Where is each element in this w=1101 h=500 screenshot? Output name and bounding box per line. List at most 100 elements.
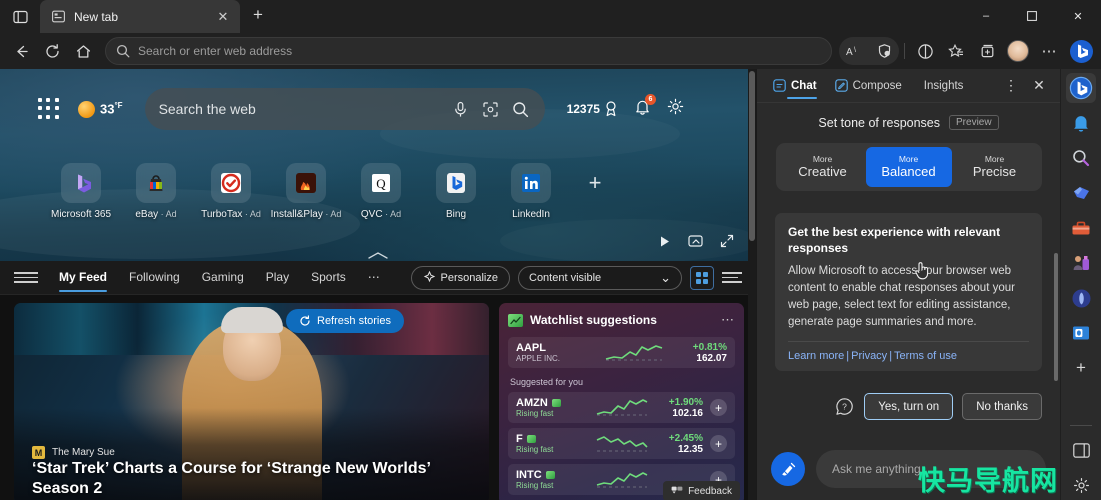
help-icon[interactable]: ? bbox=[835, 397, 855, 417]
trending-tag-icon bbox=[545, 471, 555, 479]
split-screen-button[interactable] bbox=[910, 37, 940, 65]
feed-tab-play[interactable]: Play bbox=[255, 261, 300, 295]
bing-search-box[interactable]: Search the web bbox=[144, 88, 545, 130]
quick-link-turbotax[interactable]: TurboTax · Ad bbox=[200, 163, 262, 220]
watchlist-row-f[interactable]: F Rising fast +2.45% 12.35 + bbox=[508, 428, 735, 459]
tab-insights[interactable]: Insights bbox=[912, 71, 972, 101]
collections-button[interactable] bbox=[972, 37, 1002, 65]
feed-menu-button[interactable] bbox=[14, 272, 38, 283]
chat-scrollbar-thumb[interactable] bbox=[1054, 253, 1058, 381]
feedback-button[interactable]: Feedback bbox=[663, 481, 740, 500]
tab-actions-button[interactable] bbox=[6, 4, 34, 30]
personalize-button[interactable]: Personalize bbox=[410, 265, 510, 290]
quick-link-linkedin[interactable]: LinkedIn bbox=[500, 163, 562, 220]
tab-actions-icon bbox=[12, 10, 28, 23]
quick-link-installplay[interactable]: Install&Play · Ad bbox=[271, 163, 341, 220]
sidebar-item-tools[interactable] bbox=[1066, 213, 1096, 243]
tab-close-button[interactable]: ✕ bbox=[214, 8, 232, 26]
feed-tab-my-feed[interactable]: My Feed bbox=[48, 261, 118, 295]
watchlist-price: 162.07 bbox=[696, 352, 727, 364]
new-tab-button[interactable]: + bbox=[244, 1, 272, 29]
settings-and-more-button[interactable]: ⋯ bbox=[1034, 37, 1064, 65]
scroll-down-chevron-icon[interactable] bbox=[367, 251, 389, 261]
feed-article-card[interactable]: M The Mary Sue ‘Star Trek’ Charts a Cour… bbox=[14, 303, 489, 500]
terms-of-use-link[interactable]: Terms of use bbox=[894, 350, 957, 362]
watchlist-row-aapl[interactable]: AAPL APPLE INC. +0.81% 162.07 bbox=[508, 337, 735, 368]
quick-link-ebay[interactable]: eBay · Ad bbox=[125, 163, 187, 220]
sidebar-item-shopping[interactable] bbox=[1066, 178, 1096, 208]
weather-widget[interactable]: 33°F bbox=[78, 100, 123, 118]
bing-copilot-button[interactable] bbox=[1067, 37, 1095, 65]
microphone-icon[interactable] bbox=[451, 99, 471, 119]
watchlist-add-button[interactable]: + bbox=[710, 399, 727, 416]
minimize-button[interactable]: – bbox=[963, 0, 1009, 32]
sidebar-settings-button[interactable] bbox=[1066, 470, 1096, 500]
close-window-button[interactable]: ✕ bbox=[1055, 0, 1101, 32]
sidebar-item-office[interactable] bbox=[1066, 283, 1096, 313]
add-shortcut-button[interactable]: + bbox=[575, 163, 615, 203]
collections-icon bbox=[981, 44, 993, 57]
quick-link-microsoft-365[interactable]: Microsoft 365 bbox=[50, 163, 112, 220]
play-icon[interactable] bbox=[658, 235, 671, 253]
feed-tab-sports[interactable]: Sports bbox=[300, 261, 357, 295]
watchlist-row-amzn[interactable]: AMZN Rising fast +1.90% 102.16 + bbox=[508, 392, 735, 423]
feed-tab-gaming[interactable]: Gaming bbox=[191, 261, 255, 295]
search-icon[interactable] bbox=[511, 99, 531, 119]
refresh-stories-button[interactable]: Refresh stories bbox=[286, 309, 404, 333]
page-scrollbar-track[interactable] bbox=[748, 69, 756, 500]
consent-accept-button[interactable]: Yes, turn on bbox=[864, 393, 954, 421]
sidebar-add-button[interactable]: + bbox=[1066, 353, 1096, 383]
chat-input-field[interactable]: Ask me anything... bbox=[816, 450, 1046, 488]
privacy-link[interactable]: Privacy bbox=[851, 350, 887, 362]
maximize-button[interactable] bbox=[1009, 0, 1055, 32]
content-visibility-dropdown[interactable]: Content visible ⌄ bbox=[518, 265, 682, 290]
tab-chat[interactable]: Chat bbox=[765, 71, 825, 101]
tab-compose[interactable]: Compose bbox=[827, 71, 910, 101]
svg-text:?: ? bbox=[842, 402, 847, 412]
refresh-button[interactable] bbox=[37, 37, 67, 65]
sidebar-item-search[interactable] bbox=[1066, 143, 1096, 173]
preview-badge: Preview bbox=[949, 115, 999, 130]
image-info-icon[interactable] bbox=[688, 234, 703, 253]
watchlist-symbol: AMZN bbox=[516, 397, 548, 409]
rewards-widget[interactable]: 12375 bbox=[567, 101, 618, 117]
sidebar-split-screen-button[interactable] bbox=[1066, 435, 1096, 465]
feed-tab-more[interactable]: ⋯ bbox=[357, 261, 391, 295]
learn-more-link[interactable]: Learn more bbox=[788, 350, 844, 362]
chat-more-options-button[interactable]: ⋮ bbox=[998, 73, 1024, 99]
sidebar-item-outlook[interactable] bbox=[1066, 318, 1096, 348]
address-bar[interactable]: Search or enter web address bbox=[105, 37, 832, 65]
back-button[interactable] bbox=[6, 37, 36, 65]
profile-avatar[interactable] bbox=[1007, 40, 1029, 62]
sidebar-item-notifications[interactable] bbox=[1066, 108, 1096, 138]
watchlist-more-button[interactable]: ⋯ bbox=[721, 312, 735, 328]
tracking-prevention-button[interactable] bbox=[869, 37, 899, 65]
watchlist-note: Rising fast bbox=[516, 445, 554, 454]
sidebar-item-games[interactable] bbox=[1066, 248, 1096, 278]
watchlist-add-button[interactable]: + bbox=[710, 435, 727, 452]
new-topic-button[interactable] bbox=[771, 452, 805, 486]
visual-search-icon[interactable] bbox=[481, 99, 501, 119]
tone-option-precise[interactable]: More Precise bbox=[952, 147, 1038, 187]
grid-view-toggle[interactable] bbox=[690, 265, 714, 290]
feed-tab-following[interactable]: Following bbox=[118, 261, 191, 295]
sidebar-item-bing-chat[interactable] bbox=[1066, 73, 1096, 103]
quick-link-qvc[interactable]: Q QVC · Ad bbox=[350, 163, 412, 220]
page-context-consent-card: Get the best experience with relevant re… bbox=[775, 213, 1042, 372]
tone-option-creative[interactable]: More Creative bbox=[780, 147, 866, 187]
list-view-toggle[interactable] bbox=[722, 272, 742, 283]
favorites-button[interactable] bbox=[941, 37, 971, 65]
notifications-button[interactable]: 6 bbox=[634, 93, 656, 121]
page-scrollbar-thumb[interactable] bbox=[749, 71, 755, 241]
expand-icon[interactable] bbox=[720, 234, 734, 253]
quick-link-bing[interactable]: Bing bbox=[425, 163, 487, 220]
tone-option-balanced[interactable]: More Balanced bbox=[865, 147, 952, 187]
browser-tab-new-tab[interactable]: New tab ✕ bbox=[40, 0, 240, 33]
chat-close-button[interactable]: ✕ bbox=[1026, 73, 1052, 99]
app-launcher-button[interactable] bbox=[38, 98, 60, 120]
consent-decline-button[interactable]: No thanks bbox=[962, 393, 1042, 421]
home-button[interactable] bbox=[68, 37, 98, 65]
bing-settings-button[interactable] bbox=[667, 98, 684, 120]
watchlist-symbol-block: INTC Rising fast bbox=[516, 469, 594, 490]
read-aloud-button[interactable]: A \ bbox=[839, 37, 869, 65]
